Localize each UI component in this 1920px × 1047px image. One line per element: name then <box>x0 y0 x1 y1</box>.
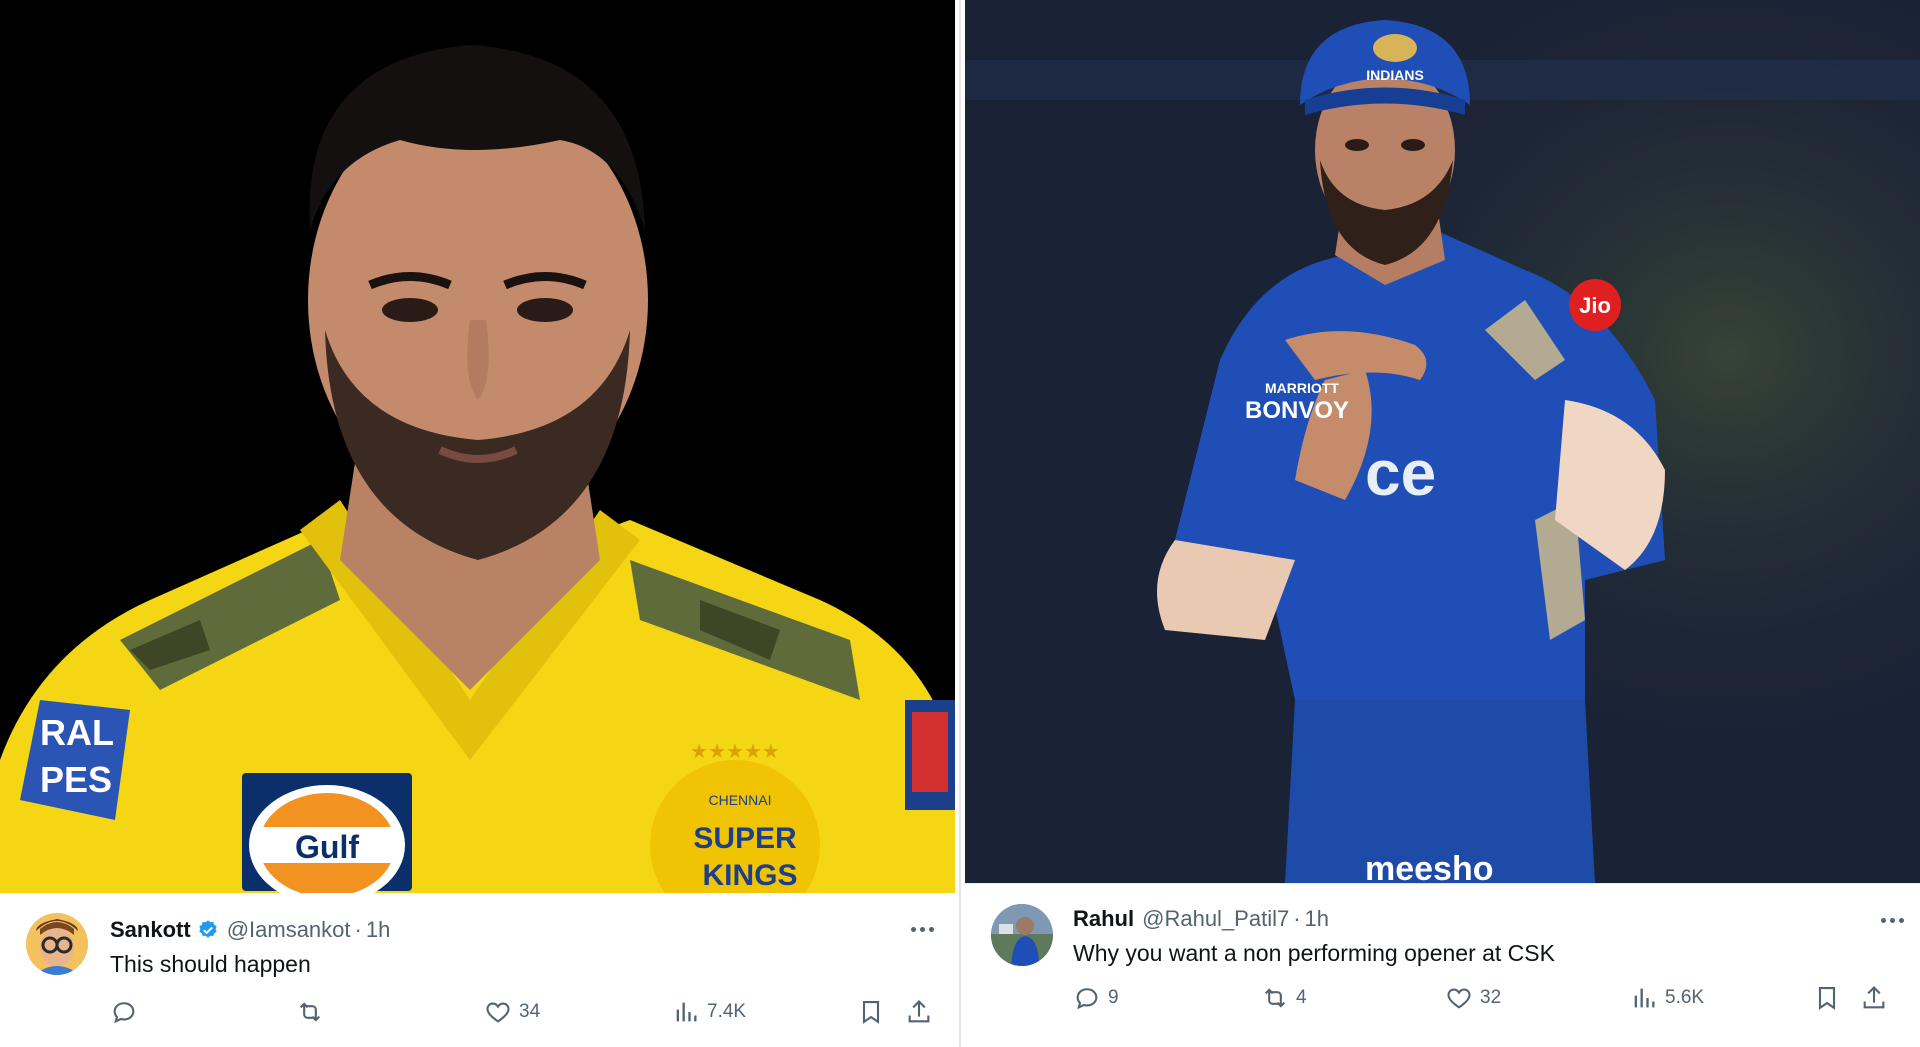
gulf-text: Gulf <box>295 829 359 865</box>
tweet-image-left[interactable]: Gulf RAL PES CHENNAI SUPER KINGS ★★★★★ <box>0 0 955 893</box>
svg-text:MARRIOTT: MARRIOTT <box>1265 380 1339 396</box>
svg-text:★★★★★: ★★★★★ <box>690 739 780 763</box>
tweet-time[interactable]: 1h <box>1305 906 1329 932</box>
share-icon <box>908 1000 930 1023</box>
verified-badge-icon <box>197 919 219 941</box>
avatar[interactable] <box>991 904 1053 966</box>
views-icon <box>676 1002 697 1022</box>
repost-button[interactable]: 4 <box>1261 984 1307 1012</box>
repost-button[interactable] <box>296 998 331 1026</box>
svg-text:INDIANS: INDIANS <box>1366 67 1424 83</box>
svg-text:SUPER: SUPER <box>693 822 797 855</box>
more-icon[interactable] <box>1875 910 1909 930</box>
tweet-meta-left: Sankott @Iamsankot · 1h This should happ… <box>0 893 955 1047</box>
share-icon <box>1863 986 1885 1009</box>
avatar[interactable] <box>26 913 88 975</box>
tweet-card-right: INDIANS MARRIOTT BONVOY ce Jio meesho Ra… <box>965 0 1920 1047</box>
author-name[interactable]: Sankott <box>110 917 191 943</box>
more-icon[interactable] <box>905 919 939 939</box>
svg-text:RAL: RAL <box>40 712 114 753</box>
panel-divider <box>955 0 965 1047</box>
tweet-card-left: Gulf RAL PES CHENNAI SUPER KINGS ★★★★★ S… <box>0 0 955 1047</box>
like-count: 34 <box>519 1001 541 1022</box>
tweet-meta-right: Rahul @Rahul_Patil7 · 1h Why you want a … <box>965 883 1920 1047</box>
svg-text:PES: PES <box>40 759 112 800</box>
svg-text:KINGS: KINGS <box>702 859 797 892</box>
views-button[interactable]: 7.4K <box>672 998 746 1026</box>
tweet-text: This should happen <box>110 951 311 977</box>
author-handle[interactable]: @Iamsankot <box>227 917 351 943</box>
author-name[interactable]: Rahul <box>1073 906 1134 932</box>
share-button[interactable] <box>1860 984 1888 1012</box>
bookmark-button[interactable] <box>857 998 885 1026</box>
reply-count: 9 <box>1108 987 1119 1008</box>
bookmark-icon <box>862 1001 880 1024</box>
views-count: 7.4K <box>707 1001 747 1022</box>
svg-text:BONVOY: BONVOY <box>1245 397 1349 424</box>
svg-text:ce: ce <box>1365 437 1436 509</box>
repost-icon <box>299 1002 321 1022</box>
svg-text:Jio: Jio <box>1579 293 1611 318</box>
views-count: 5.6K <box>1665 987 1705 1008</box>
bookmark-button[interactable] <box>1813 984 1841 1012</box>
tweet-header: Sankott @Iamsankot · 1h <box>110 917 390 943</box>
separator-dot: · <box>354 917 362 942</box>
repost-count: 4 <box>1296 987 1307 1008</box>
reply-button[interactable]: 9 <box>1073 984 1119 1012</box>
author-handle[interactable]: @Rahul_Patil7 <box>1142 906 1289 932</box>
tweet-image-right[interactable]: INDIANS MARRIOTT BONVOY ce Jio meesho <box>965 0 1920 883</box>
mi-player-photo: INDIANS MARRIOTT BONVOY ce Jio meesho <box>965 0 1920 883</box>
like-button[interactable]: 34 <box>484 998 540 1026</box>
separator-dot: · <box>1293 906 1301 931</box>
tweet-time[interactable]: 1h <box>366 917 390 943</box>
tweet-header: Rahul @Rahul_Patil7 · 1h <box>1073 906 1329 932</box>
repost-icon <box>1264 988 1286 1008</box>
views-icon <box>1634 988 1655 1008</box>
share-button[interactable] <box>905 998 933 1026</box>
svg-text:meesho: meesho <box>1365 850 1494 883</box>
heart-icon <box>1447 988 1471 1009</box>
csk-player-photo: Gulf RAL PES CHENNAI SUPER KINGS ★★★★★ <box>0 0 955 893</box>
reply-icon <box>113 1002 135 1024</box>
tweet-text: Why you want a non performing opener at … <box>1073 940 1555 966</box>
svg-text:CHENNAI: CHENNAI <box>708 792 771 808</box>
heart-icon <box>486 1002 510 1023</box>
like-count: 32 <box>1480 987 1502 1008</box>
reply-icon <box>1076 988 1098 1010</box>
views-button[interactable]: 5.6K <box>1630 984 1704 1012</box>
bookmark-icon <box>1818 987 1836 1010</box>
like-button[interactable]: 32 <box>1445 984 1501 1012</box>
reply-button[interactable] <box>110 998 145 1026</box>
